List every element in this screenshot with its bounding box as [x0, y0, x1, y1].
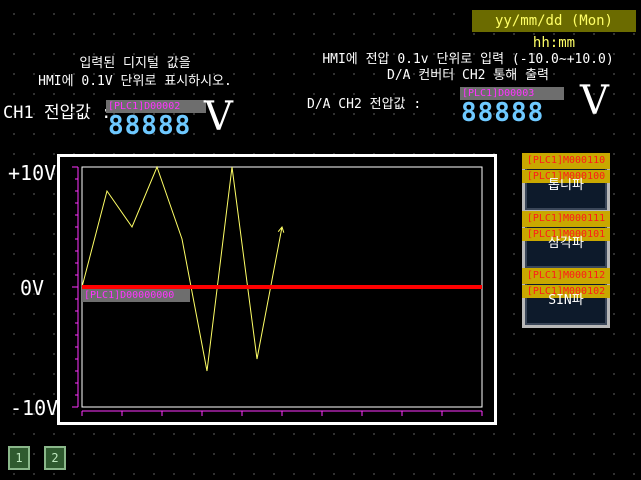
ch1-voltage-label: CH1 전압값 : — [3, 103, 112, 123]
y-axis-max-label: +10V — [8, 161, 57, 185]
ch1-unit: V — [204, 94, 233, 140]
sawtooth-button-tag1: [PLC1]M000110 — [522, 153, 610, 169]
y-axis-min-label: -10V — [10, 396, 59, 420]
left-instruction-line2: HMI에 0.1V 단위로 표시하시오. — [38, 74, 232, 89]
voltage-trace — [81, 165, 283, 372]
sine-button-label: SIN파 — [548, 293, 584, 308]
datetime-display: yy/mm/dd (Mon) hh:mm — [472, 10, 636, 51]
trend-graph-frame: [PLC1]D00000000 — [57, 154, 497, 425]
left-instruction-line1: 입력된 디지털 값을 — [79, 56, 191, 71]
sawtooth-button-label: 톱니파 — [548, 178, 584, 193]
sawtooth-wave-button-group[interactable]: [PLC1]M000110 [PLC1]M000100 톱니파 — [522, 153, 610, 213]
sine-button-tag1: [PLC1]M000112 — [522, 268, 610, 284]
triangle-button-tag1: [PLC1]M000111 — [522, 211, 610, 227]
triangle-wave-button-group[interactable]: [PLC1]M000111 [PLC1]M000101 삼각파 — [522, 211, 610, 271]
y-axis-zero-label: 0V — [20, 276, 45, 300]
ch2-voltage-input[interactable]: 88888 — [461, 99, 544, 127]
sine-wave-button-group[interactable]: [PLC1]M000112 [PLC1]M000102 SIN파 — [522, 268, 610, 328]
page-2-button[interactable]: 2 — [44, 446, 66, 470]
ch2-voltage-label: D/A CH2 전압값 : — [307, 97, 422, 112]
ch1-voltage-display: 88888 — [108, 111, 192, 141]
level-plc-tag: [PLC1]D00000000 — [82, 289, 190, 302]
page-1-button[interactable]: 1 — [8, 446, 30, 470]
ch2-unit: V — [580, 78, 609, 124]
triangle-button-label: 삼각파 — [548, 236, 584, 251]
